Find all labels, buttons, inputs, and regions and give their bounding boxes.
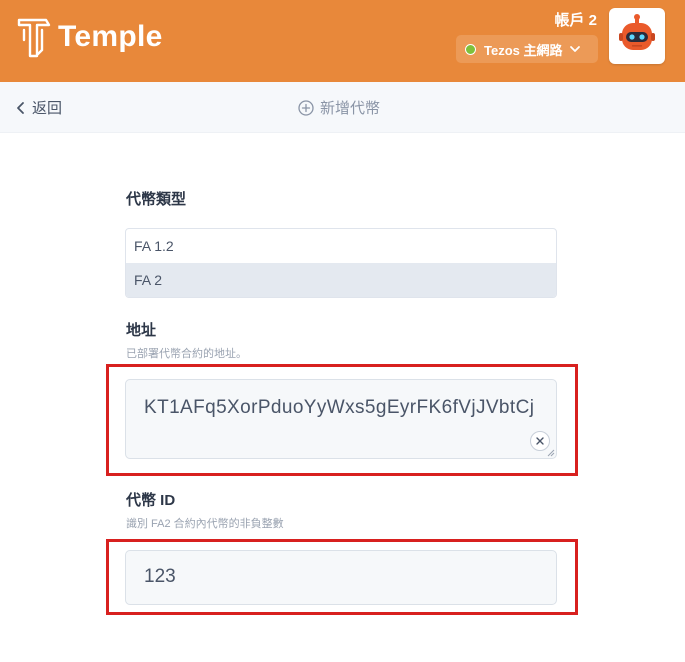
back-label: 返回	[32, 100, 63, 117]
nav-bar: 返回 新增代幣	[0, 82, 685, 133]
close-icon	[536, 437, 544, 445]
token-id-field[interactable]: 123	[125, 550, 557, 605]
page-title-text: 新增代幣	[320, 100, 381, 117]
temple-logo-icon	[17, 18, 51, 58]
brand-name: Temple	[58, 20, 163, 53]
token-type-option-fa12[interactable]: FA 1.2	[126, 229, 556, 263]
token-id-label: 代幣 ID	[126, 492, 176, 509]
account-name[interactable]: 帳戶 2	[554, 9, 597, 30]
address-label: 地址	[126, 322, 157, 339]
resize-handle-icon[interactable]	[547, 449, 555, 457]
token-id-value[interactable]: 123	[144, 566, 176, 588]
address-value[interactable]: KT1AFq5XorPduoYyWxs5gEyrFK6fVjJVbtCj	[144, 394, 544, 422]
network-status-icon	[465, 43, 476, 55]
address-hint: 已部署代幣合約的地址。	[126, 348, 247, 360]
chevron-down-icon	[569, 46, 580, 52]
robot-avatar-icon	[619, 14, 655, 50]
app-header: Temple 帳戶 2 Tezos 主網路	[0, 0, 685, 82]
add-circle-icon	[298, 99, 314, 116]
token-type-selector[interactable]: FA 1.2 FA 2	[125, 228, 557, 298]
address-field[interactable]: KT1AFq5XorPduoYyWxs5gEyrFK6fVjJVbtCj	[125, 379, 557, 459]
account-avatar[interactable]	[609, 8, 665, 64]
network-selector[interactable]: Tezos 主網路	[456, 35, 598, 63]
page-title: 新增代幣	[298, 97, 380, 118]
token-type-label: 代幣類型	[126, 191, 187, 208]
page: Temple 帳戶 2 Tezos 主網路 返回 新增代幣 代幣類型 FA 1.…	[0, 0, 685, 662]
token-type-option-fa2[interactable]: FA 2	[126, 263, 556, 297]
back-button[interactable]: 返回	[16, 97, 62, 118]
chevron-left-icon	[17, 101, 24, 114]
clear-address-button[interactable]	[530, 431, 550, 451]
token-id-hint: 識別 FA2 合約內代幣的非負整數	[126, 518, 284, 530]
network-label: Tezos 主網路	[484, 42, 563, 58]
